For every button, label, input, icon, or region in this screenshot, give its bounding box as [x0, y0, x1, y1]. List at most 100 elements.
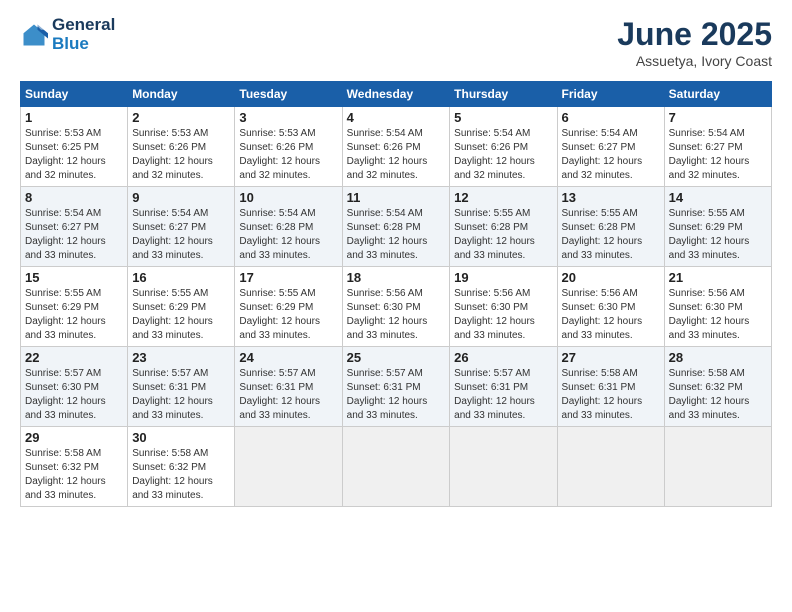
day-number: 15 [25, 270, 123, 285]
day-number: 24 [239, 350, 337, 365]
day-info: Sunrise: 5:53 AMSunset: 6:26 PMDaylight:… [132, 128, 213, 181]
table-row [450, 427, 557, 507]
table-row: 27 Sunrise: 5:58 AMSunset: 6:31 PMDaylig… [557, 347, 664, 427]
table-row: 28 Sunrise: 5:58 AMSunset: 6:32 PMDaylig… [664, 347, 771, 427]
day-number: 8 [25, 190, 123, 205]
col-monday: Monday [128, 82, 235, 107]
logo-text: General Blue [52, 16, 115, 53]
calendar-week-row: 15 Sunrise: 5:55 AMSunset: 6:29 PMDaylig… [21, 267, 772, 347]
table-row: 14 Sunrise: 5:55 AMSunset: 6:29 PMDaylig… [664, 187, 771, 267]
day-info: Sunrise: 5:54 AMSunset: 6:26 PMDaylight:… [347, 128, 428, 181]
table-row: 1 Sunrise: 5:53 AMSunset: 6:25 PMDayligh… [21, 107, 128, 187]
calendar-week-row: 8 Sunrise: 5:54 AMSunset: 6:27 PMDayligh… [21, 187, 772, 267]
month-title: June 2025 [617, 16, 772, 53]
day-number: 23 [132, 350, 230, 365]
table-row: 12 Sunrise: 5:55 AMSunset: 6:28 PMDaylig… [450, 187, 557, 267]
day-number: 3 [239, 110, 337, 125]
calendar-week-row: 1 Sunrise: 5:53 AMSunset: 6:25 PMDayligh… [21, 107, 772, 187]
table-row [557, 427, 664, 507]
day-info: Sunrise: 5:57 AMSunset: 6:31 PMDaylight:… [239, 368, 320, 421]
logo-line1: General [52, 16, 115, 35]
table-row: 8 Sunrise: 5:54 AMSunset: 6:27 PMDayligh… [21, 187, 128, 267]
calendar-week-row: 29 Sunrise: 5:58 AMSunset: 6:32 PMDaylig… [21, 427, 772, 507]
day-info: Sunrise: 5:58 AMSunset: 6:32 PMDaylight:… [25, 448, 106, 501]
day-info: Sunrise: 5:57 AMSunset: 6:30 PMDaylight:… [25, 368, 106, 421]
day-info: Sunrise: 5:55 AMSunset: 6:29 PMDaylight:… [239, 288, 320, 341]
day-number: 12 [454, 190, 552, 205]
table-row: 15 Sunrise: 5:55 AMSunset: 6:29 PMDaylig… [21, 267, 128, 347]
day-info: Sunrise: 5:54 AMSunset: 6:27 PMDaylight:… [25, 208, 106, 261]
table-row: 10 Sunrise: 5:54 AMSunset: 6:28 PMDaylig… [235, 187, 342, 267]
table-row: 6 Sunrise: 5:54 AMSunset: 6:27 PMDayligh… [557, 107, 664, 187]
logo: General Blue [20, 16, 115, 53]
day-number: 11 [347, 190, 446, 205]
day-number: 9 [132, 190, 230, 205]
col-thursday: Thursday [450, 82, 557, 107]
day-number: 16 [132, 270, 230, 285]
day-info: Sunrise: 5:56 AMSunset: 6:30 PMDaylight:… [562, 288, 643, 341]
day-number: 5 [454, 110, 552, 125]
calendar-week-row: 22 Sunrise: 5:57 AMSunset: 6:30 PMDaylig… [21, 347, 772, 427]
table-row: 25 Sunrise: 5:57 AMSunset: 6:31 PMDaylig… [342, 347, 450, 427]
day-info: Sunrise: 5:55 AMSunset: 6:28 PMDaylight:… [562, 208, 643, 261]
day-info: Sunrise: 5:54 AMSunset: 6:28 PMDaylight:… [239, 208, 320, 261]
day-number: 14 [669, 190, 767, 205]
day-info: Sunrise: 5:56 AMSunset: 6:30 PMDaylight:… [347, 288, 428, 341]
table-row: 29 Sunrise: 5:58 AMSunset: 6:32 PMDaylig… [21, 427, 128, 507]
table-row: 24 Sunrise: 5:57 AMSunset: 6:31 PMDaylig… [235, 347, 342, 427]
day-info: Sunrise: 5:53 AMSunset: 6:25 PMDaylight:… [25, 128, 106, 181]
table-row: 5 Sunrise: 5:54 AMSunset: 6:26 PMDayligh… [450, 107, 557, 187]
day-info: Sunrise: 5:56 AMSunset: 6:30 PMDaylight:… [454, 288, 535, 341]
day-info: Sunrise: 5:57 AMSunset: 6:31 PMDaylight:… [454, 368, 535, 421]
day-info: Sunrise: 5:54 AMSunset: 6:27 PMDaylight:… [132, 208, 213, 261]
col-sunday: Sunday [21, 82, 128, 107]
day-number: 27 [562, 350, 660, 365]
day-number: 21 [669, 270, 767, 285]
table-row: 2 Sunrise: 5:53 AMSunset: 6:26 PMDayligh… [128, 107, 235, 187]
day-number: 17 [239, 270, 337, 285]
day-info: Sunrise: 5:55 AMSunset: 6:28 PMDaylight:… [454, 208, 535, 261]
calendar-header-row: Sunday Monday Tuesday Wednesday Thursday… [21, 82, 772, 107]
col-saturday: Saturday [664, 82, 771, 107]
table-row: 3 Sunrise: 5:53 AMSunset: 6:26 PMDayligh… [235, 107, 342, 187]
day-number: 7 [669, 110, 767, 125]
day-info: Sunrise: 5:57 AMSunset: 6:31 PMDaylight:… [132, 368, 213, 421]
day-number: 28 [669, 350, 767, 365]
day-info: Sunrise: 5:54 AMSunset: 6:28 PMDaylight:… [347, 208, 428, 261]
day-number: 10 [239, 190, 337, 205]
col-tuesday: Tuesday [235, 82, 342, 107]
table-row: 16 Sunrise: 5:55 AMSunset: 6:29 PMDaylig… [128, 267, 235, 347]
day-number: 25 [347, 350, 446, 365]
day-number: 26 [454, 350, 552, 365]
day-info: Sunrise: 5:55 AMSunset: 6:29 PMDaylight:… [669, 208, 750, 261]
day-info: Sunrise: 5:54 AMSunset: 6:27 PMDaylight:… [562, 128, 643, 181]
day-number: 30 [132, 430, 230, 445]
day-info: Sunrise: 5:58 AMSunset: 6:32 PMDaylight:… [669, 368, 750, 421]
table-row: 30 Sunrise: 5:58 AMSunset: 6:32 PMDaylig… [128, 427, 235, 507]
table-row [235, 427, 342, 507]
day-number: 4 [347, 110, 446, 125]
table-row: 22 Sunrise: 5:57 AMSunset: 6:30 PMDaylig… [21, 347, 128, 427]
table-row: 18 Sunrise: 5:56 AMSunset: 6:30 PMDaylig… [342, 267, 450, 347]
table-row: 11 Sunrise: 5:54 AMSunset: 6:28 PMDaylig… [342, 187, 450, 267]
table-row: 9 Sunrise: 5:54 AMSunset: 6:27 PMDayligh… [128, 187, 235, 267]
day-number: 20 [562, 270, 660, 285]
logo-line2: Blue [52, 35, 115, 54]
day-number: 13 [562, 190, 660, 205]
header: General Blue June 2025 Assuetya, Ivory C… [20, 16, 772, 69]
day-number: 29 [25, 430, 123, 445]
day-info: Sunrise: 5:55 AMSunset: 6:29 PMDaylight:… [132, 288, 213, 341]
day-number: 19 [454, 270, 552, 285]
day-info: Sunrise: 5:57 AMSunset: 6:31 PMDaylight:… [347, 368, 428, 421]
table-row [664, 427, 771, 507]
col-wednesday: Wednesday [342, 82, 450, 107]
day-number: 2 [132, 110, 230, 125]
table-row: 20 Sunrise: 5:56 AMSunset: 6:30 PMDaylig… [557, 267, 664, 347]
day-number: 6 [562, 110, 660, 125]
table-row: 26 Sunrise: 5:57 AMSunset: 6:31 PMDaylig… [450, 347, 557, 427]
table-row: 13 Sunrise: 5:55 AMSunset: 6:28 PMDaylig… [557, 187, 664, 267]
day-info: Sunrise: 5:58 AMSunset: 6:31 PMDaylight:… [562, 368, 643, 421]
day-info: Sunrise: 5:56 AMSunset: 6:30 PMDaylight:… [669, 288, 750, 341]
table-row: 19 Sunrise: 5:56 AMSunset: 6:30 PMDaylig… [450, 267, 557, 347]
col-friday: Friday [557, 82, 664, 107]
